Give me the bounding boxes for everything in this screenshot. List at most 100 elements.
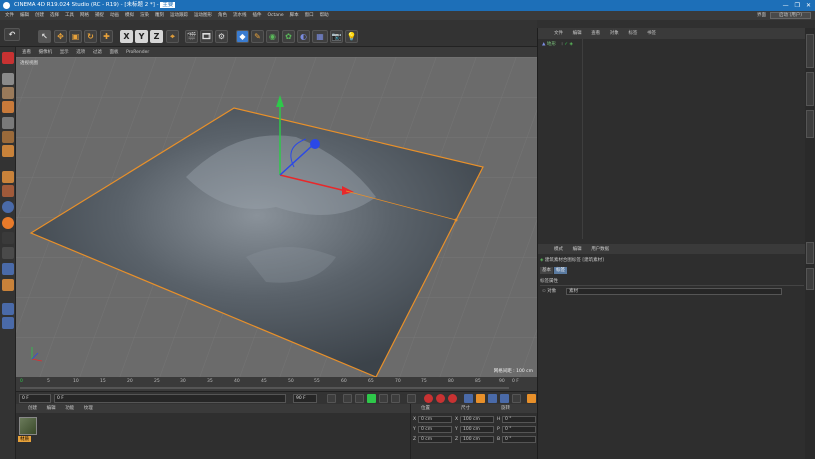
z-axis-lock-icon[interactable]: Z [150,30,163,43]
material-menu-edit[interactable]: 编辑 [43,406,60,411]
undo-icon[interactable]: ↶ [4,28,20,41]
timeline[interactable]: 0 5 10 15 20 25 30 35 40 45 50 55 60 65 … [16,377,537,391]
camera-icon[interactable]: 📷 [330,30,343,43]
minimize-button[interactable]: — [783,0,789,11]
coordinate-system-icon[interactable]: ⌖ [166,30,179,43]
menu-edit[interactable]: 编辑 [17,11,32,20]
menu-snap[interactable]: 捕捉 [92,11,107,20]
viewport-menu-view[interactable]: 查看 [19,50,34,55]
workplane-icon[interactable] [2,303,14,315]
menu-tools[interactable]: 工具 [62,11,77,20]
perspective-viewport[interactable]: 透视视图 网格间距 : 100 cm [16,57,537,377]
object-menu-bookmarks[interactable]: 书签 [643,31,660,36]
menu-render[interactable]: 渲染 [137,11,152,20]
material-menu-texture[interactable]: 纹理 [80,406,97,411]
viewport-menu-prorender[interactable]: ProRender [123,50,152,55]
rotation-p-field[interactable]: 0 ° [502,426,536,433]
menu-simulate[interactable]: 模拟 [122,11,137,20]
render-view-icon[interactable]: 🎬 [185,30,198,43]
maximize-button[interactable]: ❐ [795,0,800,11]
rotation-h-field[interactable]: 0 ° [502,416,536,423]
end-frame-field[interactable]: 90 F [293,394,317,403]
psr-icon[interactable] [2,247,14,259]
snap-icon[interactable] [2,201,14,213]
x-axis-lock-icon[interactable]: X [120,30,133,43]
field-toggle-icon[interactable]: ⊙ [542,289,546,294]
previous-frame-icon[interactable] [355,394,364,403]
paint-icon[interactable] [2,279,14,291]
rotation-b-field[interactable]: 0 ° [502,436,536,443]
menu-plugins[interactable]: 插件 [250,11,265,20]
subdivision-surface-icon[interactable]: ◉ [266,30,279,43]
timeline-scrubber[interactable] [20,387,509,389]
floor-icon[interactable]: ▦ [312,30,328,43]
magnet-icon[interactable] [2,263,14,275]
z-axis-arrow-icon[interactable] [310,139,320,149]
tweak-mode-icon[interactable] [2,185,14,197]
menu-mograph[interactable]: 运动图形 [191,11,215,20]
key-position-icon[interactable] [464,394,473,403]
object-menu-tags[interactable]: 标签 [624,31,641,36]
record-icon[interactable] [424,394,433,403]
tab-basic[interactable]: 基本 [540,267,553,274]
material-thumbnail[interactable] [19,417,37,435]
attr-menu-userdata[interactable]: 用户数据 [587,247,613,252]
move-tool-icon[interactable]: ✥ [54,30,67,43]
menu-script[interactable]: 脚本 [287,11,302,20]
side-tab-layers[interactable] [806,268,814,290]
viewport-menu-camera[interactable]: 摄像机 [36,50,56,55]
viewport-menu-display[interactable]: 显示 [57,50,72,55]
tab-tag[interactable]: 标签 [554,267,567,274]
key-scale-icon[interactable] [476,394,485,403]
menu-pipeline[interactable]: 流水线 [230,11,250,20]
object-row-terrain[interactable]: ▲ 地形 ⁝ ✓ ◈ [542,42,573,48]
attr-menu-mode[interactable]: 模式 [550,247,567,252]
script-icon[interactable] [2,217,14,229]
keyframe-selection-icon[interactable] [448,394,457,403]
side-tab-content-browser[interactable] [806,72,814,106]
object-list[interactable] [538,39,806,239]
edges-mode-icon[interactable] [2,131,14,143]
visibility-icon[interactable]: ⁝ [561,42,562,47]
size-x-field[interactable]: 100 cm [460,416,494,423]
menu-character[interactable]: 角色 [215,11,230,20]
play-icon[interactable] [367,394,376,403]
object-menu-objects[interactable]: 对象 [606,31,623,36]
side-tab-objects[interactable] [806,34,814,68]
position-x-field[interactable]: 0 cm [418,416,452,423]
close-button[interactable]: ✕ [806,0,811,11]
material-name[interactable]: 材质 [18,436,31,442]
menu-help[interactable]: 帮助 [317,11,332,20]
key-rotation-icon[interactable] [488,394,497,403]
menu-motion-tracker[interactable]: 运动跟踪 [167,11,191,20]
previous-key-icon[interactable] [343,394,352,403]
points-mode-icon[interactable] [2,117,14,129]
settings-gear-icon[interactable] [2,232,14,244]
menu-create[interactable]: 创建 [32,11,47,20]
menu-window[interactable]: 窗口 [302,11,317,20]
object-link-field[interactable]: 素材 [566,288,782,295]
key-parameter-icon[interactable] [500,394,509,403]
object-menu-edit[interactable]: 编辑 [569,31,586,36]
viewport-menu-options[interactable]: 选项 [73,50,88,55]
material-menu-function[interactable]: 功能 [61,406,78,411]
make-editable-icon[interactable] [2,52,14,64]
go-to-end-icon[interactable] [407,394,416,403]
start-frame-field[interactable]: 0 F [54,394,286,403]
bend-deformer-icon[interactable]: ◐ [297,30,310,43]
menu-animate[interactable]: 动画 [107,11,122,20]
material-menu-create[interactable]: 创建 [24,406,41,411]
select-tool-icon[interactable]: ↖ [38,30,51,43]
workplane-mode-icon[interactable] [2,101,14,113]
scale-tool-icon[interactable]: ▣ [69,30,82,43]
object-menu-view[interactable]: 查看 [587,31,604,36]
add-tool-icon[interactable]: ✚ [100,30,113,43]
size-y-field[interactable]: 100 cm [460,426,494,433]
size-z-field[interactable]: 100 cm [460,436,494,443]
next-key-icon[interactable] [391,394,400,403]
position-y-field[interactable]: 0 cm [418,426,452,433]
render-settings-icon[interactable]: ⚙ [215,30,228,43]
timeline-settings-icon[interactable] [527,394,536,403]
model-mode-icon[interactable] [2,73,14,85]
side-tab-structure[interactable] [806,110,814,138]
